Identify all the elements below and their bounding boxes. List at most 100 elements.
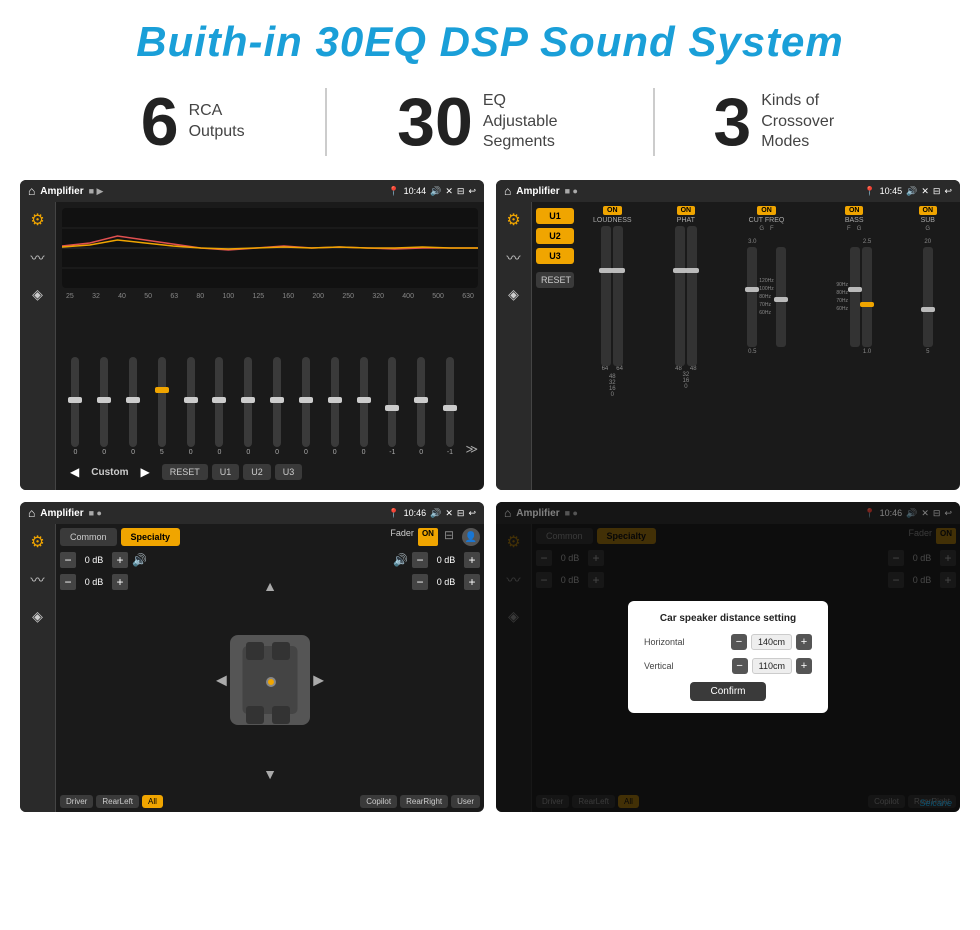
db-row-2: − 0 dB + <box>60 574 202 590</box>
dialog-overlay: Car speaker distance setting Horizontal … <box>496 502 960 812</box>
close-icon-1[interactable]: ✕ <box>445 186 453 197</box>
back-icon-1[interactable]: ↩ <box>468 186 476 197</box>
channels-area: ON LOUDNESS 6464 48 32 16 0 <box>577 206 956 486</box>
back-icon-3[interactable]: ↩ <box>468 508 476 519</box>
sub-header[interactable]: ON <box>919 206 938 215</box>
close-icon-2[interactable]: ✕ <box>921 186 929 197</box>
u2-preset[interactable]: U2 <box>536 228 574 244</box>
back-icon-2[interactable]: ↩ <box>944 186 952 197</box>
db-minus-3[interactable]: − <box>412 552 428 568</box>
vertical-label: Vertical <box>644 661 694 671</box>
db-row-3: 🔊 − 0 dB + <box>393 552 480 568</box>
left-arrow[interactable]: ◀ <box>216 672 227 689</box>
stat-crossover: 3 Kinds of Crossover Modes <box>655 88 920 156</box>
user-btn[interactable]: User <box>451 795 480 808</box>
confirm-button[interactable]: Confirm <box>690 682 765 701</box>
minimize-icon-1[interactable]: ⊟ <box>457 186 465 197</box>
copilot-btn[interactable]: Copilot <box>360 795 397 808</box>
fader-screen: ⌂ Amplifier ■ ● 📍 10:46 🔊 ✕ ⊟ ↩ ⚙ 〰 ◈ C <box>20 502 484 812</box>
dialog-screen: ⌂ Amplifier ■ ● 📍 10:46 🔊 ✕ ⊟ ↩ ⚙ 〰 ◈ <box>496 502 960 812</box>
db-row-4: − 0 dB + <box>412 574 480 590</box>
db-plus-2[interactable]: + <box>112 574 128 590</box>
right-controls: 🔊 − 0 dB + − 0 dB + <box>338 552 480 808</box>
db-val-4: 0 dB <box>432 577 460 587</box>
home-icon-2[interactable]: ⌂ <box>504 184 511 198</box>
u1-btn[interactable]: U1 <box>212 464 240 480</box>
presets-col: U1 U2 U3 RESET <box>536 206 574 486</box>
location-icon-1: 📍 <box>388 186 399 197</box>
wave-icon-3[interactable]: 〰 <box>31 570 45 590</box>
fader-on-badge[interactable]: ON <box>418 528 438 546</box>
status-bar-1: ⌂ Amplifier ■ ▶ 📍 10:44 🔊 ✕ ⊟ ↩ <box>20 180 484 202</box>
cutfreq-header[interactable]: ON <box>757 206 776 215</box>
tune-icon-2[interactable]: ⚙ <box>506 210 520 230</box>
wave-icon-2[interactable]: 〰 <box>507 248 521 268</box>
fader-slider-icon[interactable]: ⊟ <box>444 528 454 546</box>
close-icon-3[interactable]: ✕ <box>445 508 453 519</box>
db-minus-1[interactable]: − <box>60 552 76 568</box>
status-dots-3: ■ ● <box>89 508 102 518</box>
db-minus-4[interactable]: − <box>412 574 428 590</box>
vertical-plus[interactable]: + <box>796 658 812 674</box>
eq-screen: ⌂ Amplifier ■ ▶ 📍 10:44 🔊 ✕ ⊟ ↩ ⚙ 〰 ◈ <box>20 180 484 490</box>
reset-preset[interactable]: RESET <box>536 272 574 288</box>
next-btn[interactable]: ▶ <box>132 462 157 482</box>
right-arrow[interactable]: ▶ <box>313 672 324 689</box>
speaker-icon-2[interactable]: ◈ <box>508 286 519 303</box>
vertical-row: Vertical − 110cm + <box>644 658 812 674</box>
fader-label: Fader <box>390 528 414 546</box>
wave-icon[interactable]: 〰 <box>31 248 45 268</box>
up-arrow[interactable]: ▲ <box>263 578 277 594</box>
home-icon-1[interactable]: ⌂ <box>28 184 35 198</box>
fader-tabs: Common Specialty Fader ON ⊟ 👤 <box>60 528 480 546</box>
vertical-minus[interactable]: − <box>732 658 748 674</box>
app-name-2: Amplifier <box>516 186 559 197</box>
stat-number-rca: 6 <box>141 88 179 156</box>
minimize-icon-3[interactable]: ⊟ <box>457 508 465 519</box>
reset-btn[interactable]: RESET <box>162 464 208 480</box>
bass-channel: ON BASS FG 90Hz80Hz70Hz60Hz 2.5 <box>812 206 897 486</box>
dialog-title: Car speaker distance setting <box>644 613 812 624</box>
db-val-3: 0 dB <box>432 555 460 565</box>
all-btn[interactable]: All <box>142 795 163 808</box>
horizontal-label: Horizontal <box>644 637 694 647</box>
more-icon[interactable]: ≫ <box>465 442 478 456</box>
driver-btn[interactable]: Driver <box>60 795 93 808</box>
horizontal-plus[interactable]: + <box>796 634 812 650</box>
u3-btn[interactable]: U3 <box>275 464 303 480</box>
speaker-icon-3[interactable]: ◈ <box>32 608 43 625</box>
horizontal-minus[interactable]: − <box>731 634 747 650</box>
phat-header[interactable]: ON <box>677 206 696 215</box>
down-arrow[interactable]: ▼ <box>263 766 277 782</box>
tune-icon[interactable]: ⚙ <box>30 210 44 230</box>
rear-left-btn[interactable]: RearLeft <box>96 795 139 808</box>
u1-preset[interactable]: U1 <box>536 208 574 224</box>
screenshots-grid: ⌂ Amplifier ■ ▶ 📍 10:44 🔊 ✕ ⊟ ↩ ⚙ 〰 ◈ <box>0 168 980 822</box>
eq-sidebar: ⚙ 〰 ◈ <box>20 202 56 490</box>
volume-icon-3: 🔊 <box>430 508 441 519</box>
u3-preset[interactable]: U3 <box>536 248 574 264</box>
stat-label-eq: EQ Adjustable Segments <box>483 91 583 153</box>
loudness-header[interactable]: ON <box>603 206 622 215</box>
bass-header[interactable]: ON <box>845 206 864 215</box>
minimize-icon-2[interactable]: ⊟ <box>933 186 941 197</box>
tune-icon-3[interactable]: ⚙ <box>30 532 44 552</box>
stats-row: 6 RCA Outputs 30 EQ Adjustable Segments … <box>0 76 980 168</box>
volume-icon-1: 🔊 <box>430 186 441 197</box>
prev-btn[interactable]: ◀ <box>62 462 87 482</box>
db-plus-4[interactable]: + <box>464 574 480 590</box>
rear-right-btn[interactable]: RearRight <box>400 795 448 808</box>
u2-btn[interactable]: U2 <box>243 464 271 480</box>
specialty-tab-3[interactable]: Specialty <box>121 528 181 546</box>
user-icon-3[interactable]: 👤 <box>462 528 480 546</box>
db-plus-1[interactable]: + <box>112 552 128 568</box>
db-plus-3[interactable]: + <box>464 552 480 568</box>
status-dots-2: ■ ● <box>565 186 578 196</box>
common-tab-3[interactable]: Common <box>60 528 117 546</box>
speaker-icon[interactable]: ◈ <box>32 286 43 303</box>
stat-label-crossover: Kinds of Crossover Modes <box>761 91 861 153</box>
db-minus-2[interactable]: − <box>60 574 76 590</box>
car-diagram: ▲ ▼ ◀ ▶ <box>210 552 330 808</box>
freq-labels: 253240506380100125160200250320400500630 <box>62 292 478 301</box>
home-icon-3[interactable]: ⌂ <box>28 506 35 520</box>
